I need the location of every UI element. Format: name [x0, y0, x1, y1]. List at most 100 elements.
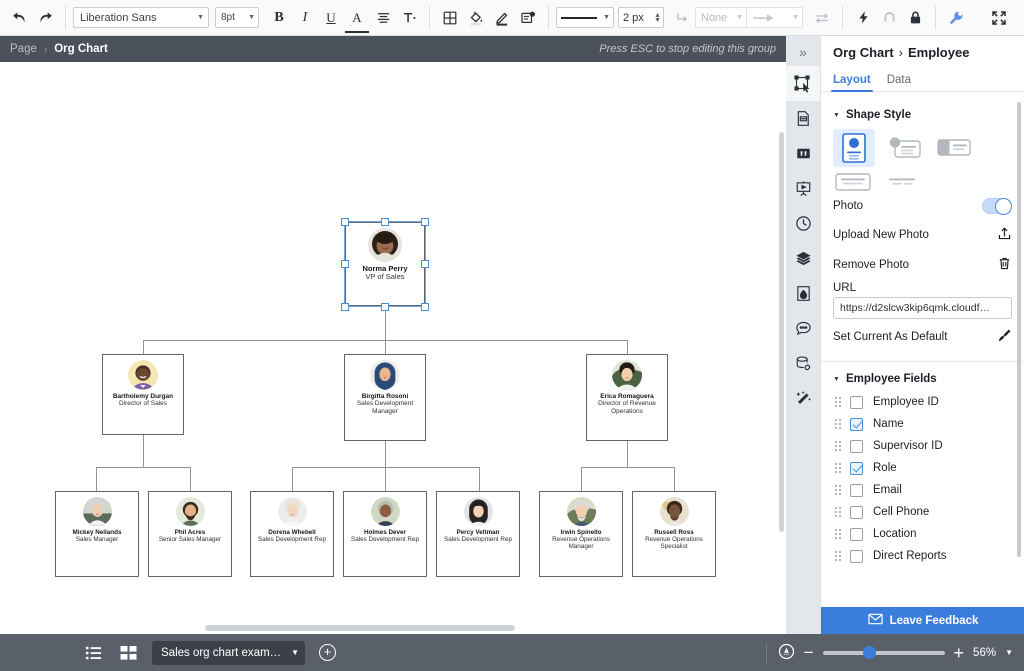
field-checkbox[interactable]: [850, 439, 863, 453]
zoom-slider[interactable]: [822, 645, 945, 659]
magic-wand-icon[interactable]: [786, 381, 820, 416]
line-style-select[interactable]: ▼: [556, 7, 614, 28]
text-color-button[interactable]: A: [344, 5, 370, 33]
field-row-cell-phone[interactable]: Cell Phone: [821, 501, 1024, 523]
elbow-connector-icon[interactable]: [669, 5, 695, 31]
chevron-down-icon[interactable]: ▼: [291, 648, 299, 657]
field-checkbox[interactable]: [850, 549, 863, 563]
undo-icon[interactable]: [6, 5, 32, 31]
field-checkbox[interactable]: [850, 527, 863, 541]
select-cursor-icon[interactable]: [786, 66, 820, 101]
drag-handle-icon[interactable]: [835, 528, 843, 540]
stepper-arrows-icon[interactable]: ▲ ▼: [654, 12, 661, 24]
resize-handle-sw[interactable]: [341, 303, 349, 311]
field-row-employee-id[interactable]: Employee ID: [821, 391, 1024, 413]
breadcrumb-current[interactable]: Org Chart: [54, 43, 108, 55]
org-node[interactable]: Phil Acres Senior Sales Manager: [148, 491, 232, 577]
org-node[interactable]: Birgitta Rosoni Sales Development Manage…: [344, 354, 426, 441]
swap-arrows-icon[interactable]: [809, 5, 835, 31]
url-input[interactable]: https://d2slcw3kip6qmk.cloudf…: [833, 297, 1012, 319]
breadcrumb-root[interactable]: Page: [10, 43, 37, 55]
lock-icon[interactable]: [902, 5, 928, 31]
database-link-icon[interactable]: [786, 346, 820, 381]
org-node[interactable]: Bartholemy Durgan Director of Sales: [102, 354, 184, 435]
style-card-vertical-photo[interactable]: [833, 129, 875, 167]
remove-photo-row[interactable]: Remove Photo: [821, 250, 1024, 280]
field-row-email[interactable]: Email: [821, 479, 1024, 501]
resize-handle-ne[interactable]: [421, 218, 429, 226]
shape-style-section-header[interactable]: ▼ Shape Style: [821, 98, 1024, 127]
drag-handle-icon[interactable]: [835, 440, 843, 452]
drag-handle-icon[interactable]: [835, 396, 843, 408]
panel-scrollbar[interactable]: [1017, 102, 1021, 557]
start-arrow-select[interactable]: None ▼: [695, 7, 747, 28]
org-node[interactable]: Norma Perry VP of Sales: [345, 222, 425, 306]
upload-photo-row[interactable]: Upload New Photo: [821, 220, 1024, 250]
org-node[interactable]: Dorena Whebell Sales Development Rep: [250, 491, 334, 577]
comment-bubble-icon[interactable]: [786, 311, 820, 346]
lightning-icon[interactable]: [850, 5, 876, 31]
style-card-text-lines[interactable]: [885, 172, 919, 192]
add-page-button[interactable]: +: [319, 644, 337, 661]
org-node[interactable]: Erica Romaguera Director of Revenue Oper…: [586, 354, 668, 441]
wrench-icon[interactable]: [943, 5, 969, 31]
tab-data[interactable]: Data: [887, 74, 911, 91]
end-arrow-select[interactable]: ▼: [747, 7, 803, 28]
shape-options-icon[interactable]: [515, 5, 541, 31]
diagram-canvas[interactable]: Norma Perry VP of Sales Bartholemy Durga…: [0, 62, 786, 634]
trash-icon[interactable]: [997, 256, 1012, 274]
grid-view-icon[interactable]: [114, 640, 142, 666]
drag-handle-icon[interactable]: [835, 484, 843, 496]
drag-handle-icon[interactable]: [835, 506, 843, 518]
align-center-icon[interactable]: [370, 5, 396, 31]
canvas-vertical-scrollbar[interactable]: [779, 132, 784, 532]
org-node[interactable]: Irwin Spinello Revenue Operations Manage…: [539, 491, 623, 577]
field-row-supervisor-id[interactable]: Supervisor ID: [821, 435, 1024, 457]
drag-handle-icon[interactable]: [835, 462, 843, 474]
set-default-row[interactable]: Set Current As Default: [821, 319, 1024, 352]
field-checkbox[interactable]: [850, 417, 863, 431]
resize-handle-e[interactable]: [421, 260, 429, 268]
layers-icon[interactable]: [786, 241, 820, 276]
resize-handle-n[interactable]: [381, 218, 389, 226]
magnet-icon[interactable]: [876, 5, 902, 31]
fullscreen-icon[interactable]: [986, 5, 1012, 31]
redo-icon[interactable]: [32, 5, 58, 31]
line-color-icon[interactable]: [489, 5, 515, 31]
style-card-avatar-left[interactable]: [883, 129, 925, 167]
zoom-in-button[interactable]: +: [954, 644, 965, 662]
chevron-down-icon[interactable]: ▼: [1005, 648, 1013, 657]
theme-droplet-icon[interactable]: [786, 276, 820, 311]
underline-button[interactable]: U: [318, 5, 344, 31]
quote-text-icon[interactable]: [786, 136, 820, 171]
field-checkbox[interactable]: [850, 483, 863, 497]
zoom-slider-knob[interactable]: [862, 645, 876, 659]
resize-handle-s[interactable]: [381, 303, 389, 311]
presentation-icon[interactable]: [786, 171, 820, 206]
leave-feedback-button[interactable]: Leave Feedback: [821, 607, 1024, 634]
font-size-select[interactable]: 8pt ▼: [215, 7, 259, 28]
org-node[interactable]: Russell Ross Revenue Operations Speciali…: [632, 491, 716, 577]
style-card-block-left[interactable]: [933, 129, 975, 167]
field-row-role[interactable]: Role: [821, 457, 1024, 479]
collapse-panel-button[interactable]: »: [786, 38, 820, 66]
zoom-out-button[interactable]: −: [804, 644, 814, 661]
style-card-text-box[interactable]: [833, 172, 873, 192]
bold-button[interactable]: B: [266, 5, 292, 31]
photo-toggle[interactable]: [982, 198, 1012, 215]
field-checkbox[interactable]: [850, 505, 863, 519]
fill-color-icon[interactable]: [463, 5, 489, 31]
employee-fields-section-header[interactable]: ▼ Employee Fields: [821, 362, 1024, 391]
clock-history-icon[interactable]: [786, 206, 820, 241]
text-options-icon[interactable]: [396, 5, 422, 31]
drag-handle-icon[interactable]: [835, 418, 843, 430]
upload-icon[interactable]: [997, 226, 1012, 244]
fit-to-screen-icon[interactable]: [778, 643, 795, 663]
tab-layout[interactable]: Layout: [831, 74, 873, 92]
document-shapes-icon[interactable]: [786, 101, 820, 136]
org-node[interactable]: Percy Veltman Sales Development Rep: [436, 491, 520, 577]
field-row-name[interactable]: Name: [821, 413, 1024, 435]
list-view-icon[interactable]: [80, 640, 108, 666]
org-node[interactable]: Mickey Neilands Sales Manager: [55, 491, 139, 577]
italic-button[interactable]: I: [292, 5, 318, 31]
